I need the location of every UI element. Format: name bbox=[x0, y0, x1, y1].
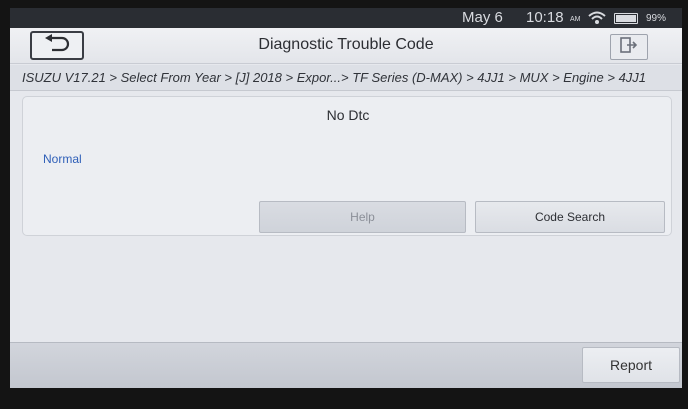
breadcrumb: ISUZU V17.21 > Select From Year > [J] 20… bbox=[10, 65, 682, 91]
exit-button[interactable] bbox=[610, 34, 648, 60]
wifi-icon bbox=[588, 11, 606, 29]
battery-icon bbox=[614, 13, 638, 24]
dtc-result-panel: No Dtc Normal Help Code Search bbox=[22, 96, 672, 236]
page-title: Diagnostic Trouble Code bbox=[258, 36, 434, 53]
report-button[interactable]: Report bbox=[582, 347, 680, 383]
dtc-message: No Dtc bbox=[326, 107, 370, 123]
status-text: Normal bbox=[43, 152, 82, 166]
help-button[interactable]: Help bbox=[259, 201, 466, 233]
exit-icon bbox=[620, 36, 638, 58]
bottom-bar: Report bbox=[10, 342, 682, 388]
screen: May 6 10:18 AM 99% Diagnostic Trouble Co… bbox=[10, 8, 682, 388]
status-time: 10:18 bbox=[526, 9, 564, 26]
status-bar: May 6 10:18 AM 99% bbox=[10, 8, 682, 28]
title-bar: Diagnostic Trouble Code bbox=[10, 28, 682, 64]
battery-level: 99% bbox=[646, 13, 667, 24]
status-ampm: AM bbox=[570, 16, 581, 23]
code-search-button[interactable]: Code Search bbox=[475, 201, 665, 233]
status-date: May 6 bbox=[462, 9, 503, 26]
